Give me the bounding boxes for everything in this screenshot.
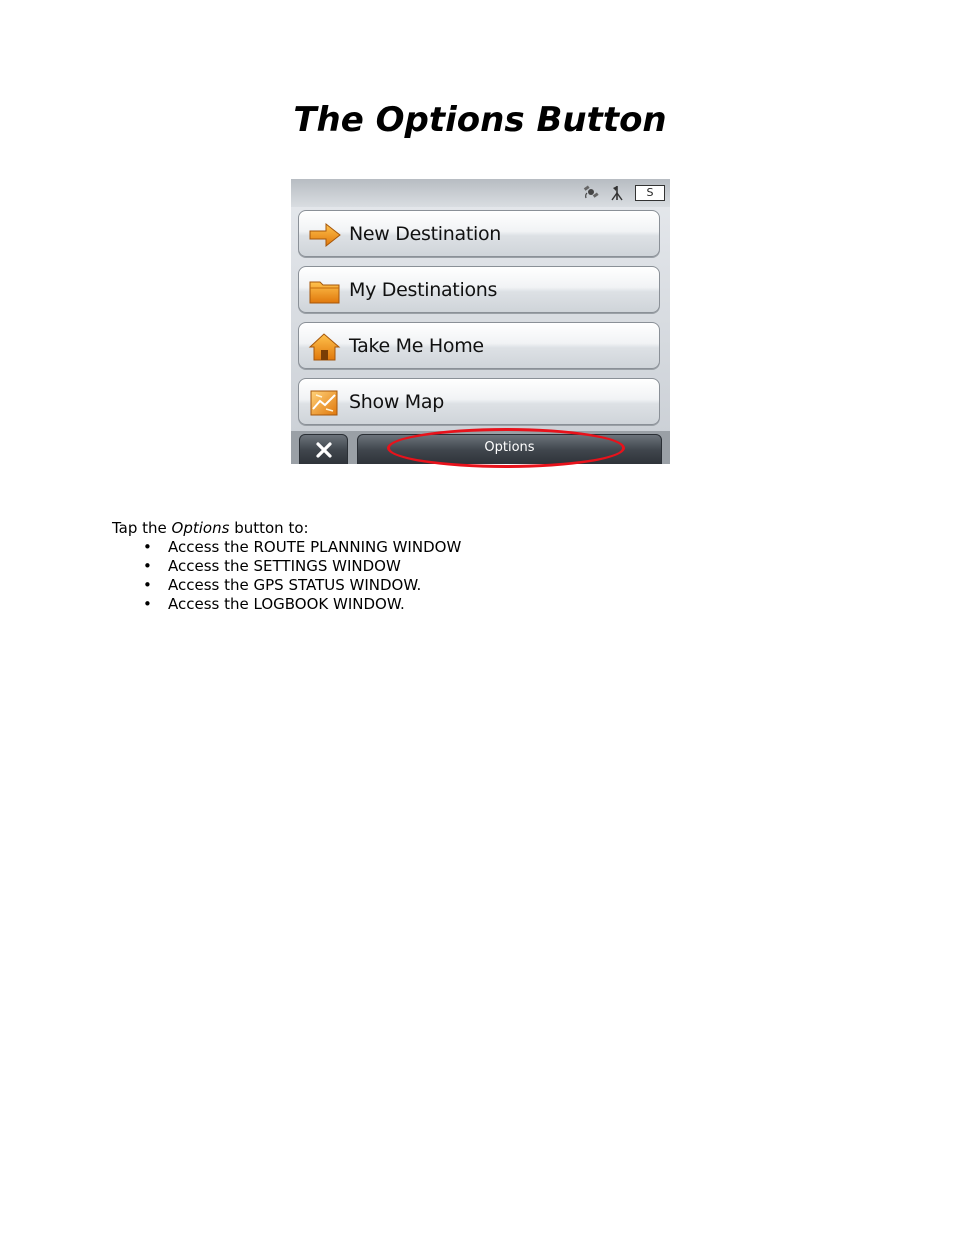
my-destinations-button[interactable]: My Destinations — [298, 266, 660, 313]
close-icon — [315, 441, 333, 459]
status-bar: S — [291, 179, 670, 207]
menu-item-label: My Destinations — [349, 279, 498, 301]
menu-item-label: Take Me Home — [349, 335, 484, 357]
list-item: • Access the ROUTE PLANNING WINDOW — [143, 538, 462, 556]
options-highlight-ellipse — [387, 428, 625, 468]
menu-item-label: New Destination — [349, 223, 502, 245]
new-destination-button[interactable]: New Destination — [298, 210, 660, 257]
menu-item-label: Show Map — [349, 391, 445, 413]
house-icon — [308, 333, 342, 361]
antenna-icon — [609, 184, 625, 201]
show-map-button[interactable]: Show Map — [298, 378, 660, 425]
close-button[interactable] — [299, 434, 348, 464]
list-item: • Access the LOGBOOK WINDOW. — [143, 595, 405, 613]
instruction-text: Tap the Options button to: — [112, 519, 309, 537]
take-me-home-button[interactable]: Take Me Home — [298, 322, 660, 369]
options-emphasis: Options — [171, 519, 230, 537]
options-list: • Access the ROUTE PLANNING WINDOW • Acces… — [140, 538, 461, 614]
navigation-main-menu-screenshot: S New Destination My Destinations Take M… — [291, 179, 670, 464]
arrow-right-icon — [308, 221, 342, 249]
map-icon — [308, 389, 342, 417]
folder-icon — [308, 277, 342, 305]
list-item: • Access the SETTINGS WINDOW — [143, 557, 401, 575]
page-title: The Options Button — [293, 100, 667, 140]
list-item: • Access the GPS STATUS WINDOW. — [143, 576, 422, 594]
signal-indicator: S — [635, 185, 665, 201]
satellite-icon — [583, 184, 599, 201]
